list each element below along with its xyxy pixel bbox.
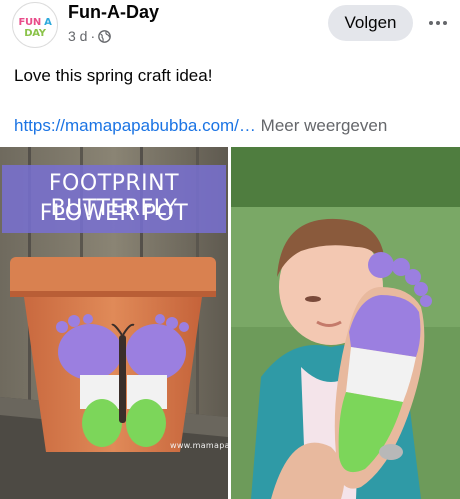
- page-avatar[interactable]: FUN A DAY: [12, 2, 58, 48]
- globe-icon: [98, 29, 111, 43]
- photo-butterfly-pot[interactable]: FOOTPRINT BUTTERFLY FLOWER POT www.mamap…: [0, 147, 228, 499]
- child-photo-illustration: [231, 147, 460, 499]
- banner-title-line2: FLOWER POT: [39, 201, 189, 226]
- photo-grid: FOOTPRINT BUTTERFLY FLOWER POT www.mamap…: [0, 147, 460, 499]
- post-link-line: https://mamapapabubba.com/… Meer weergev…: [14, 116, 387, 136]
- title-banner: FOOTPRINT BUTTERFLY FLOWER POT: [2, 165, 226, 233]
- page-name[interactable]: Fun-A-Day: [68, 2, 159, 23]
- post-link[interactable]: https://mamapapabubba.com/…: [14, 116, 256, 135]
- post-meta: 3 d ·: [68, 28, 111, 44]
- see-more-link[interactable]: Meer weergeven: [261, 116, 388, 135]
- post-time[interactable]: 3 d: [68, 28, 87, 44]
- avatar-logo-text: FUN A DAY: [18, 17, 52, 39]
- post-header: FUN A DAY Fun-A-Day 3 d · Volgen: [0, 0, 460, 56]
- photo-watermark: www.mamapapabubba.com: [170, 441, 228, 450]
- photo-child-footprint[interactable]: [231, 147, 460, 499]
- more-options-icon[interactable]: [424, 10, 452, 36]
- post-text: Love this spring craft idea!: [14, 66, 213, 85]
- follow-button[interactable]: Volgen: [328, 5, 413, 41]
- meta-separator: ·: [90, 28, 96, 44]
